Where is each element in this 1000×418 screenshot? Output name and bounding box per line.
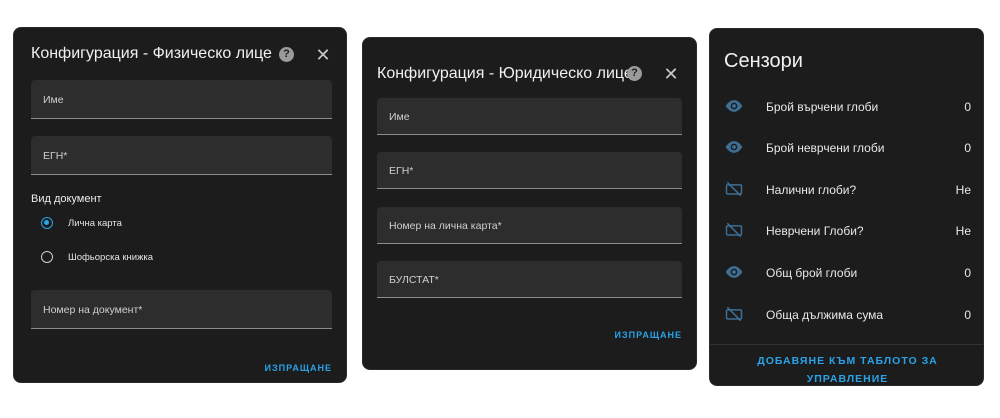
sensor-name: Обща дължима сума — [766, 308, 884, 322]
name-field[interactable]: Име — [31, 80, 332, 119]
sensor-row[interactable]: Общ брой глоби 0 — [710, 263, 985, 283]
dialog-title: Конфигурация - Юридическо лице — [377, 65, 633, 82]
sensor-row[interactable]: Брой неврчени глоби 0 — [710, 138, 985, 158]
sensor-row[interactable]: Неврчени Глоби? Не — [710, 221, 985, 241]
sensor-name: Брой върчени глоби — [766, 100, 879, 114]
bulstat-field[interactable]: БУЛСТАТ* — [377, 261, 682, 298]
sensor-row[interactable]: Брой върчени глоби 0 — [710, 97, 985, 117]
close-icon[interactable]: ✕ — [315, 46, 331, 64]
eye-off-icon — [725, 181, 743, 197]
sensor-value: Не — [955, 224, 971, 238]
eye-icon — [725, 100, 743, 112]
field-label: Номер на лична карта* — [389, 220, 502, 232]
sensor-value: 0 — [964, 141, 971, 155]
sensor-value: 0 — [964, 100, 971, 114]
egn-field[interactable]: ЕГН* — [31, 136, 332, 175]
sensor-value: 0 — [964, 308, 971, 322]
radio-driving-license[interactable] — [41, 251, 53, 263]
sensor-name: Налични глоби? — [766, 183, 857, 197]
dialog-individual: Конфигурация - Физическо лице ? ✕ Име ЕГ… — [13, 27, 347, 383]
help-icon[interactable]: ? — [279, 47, 294, 62]
sensor-value: Не — [955, 183, 971, 197]
close-icon[interactable]: ✕ — [663, 65, 679, 83]
dialog-title: Конфигурация - Физическо лице — [31, 45, 272, 62]
sensor-name: Неврчени Глоби? — [766, 224, 864, 238]
eye-off-icon — [725, 222, 743, 238]
help-icon[interactable]: ? — [627, 66, 642, 81]
id-card-number-field[interactable]: Номер на лична карта* — [377, 207, 682, 244]
dialog-company: Конфигурация - Юридическо лице ? ✕ Име Е… — [362, 37, 697, 370]
field-label: Име — [43, 94, 64, 106]
radio-label: Шофьорска книжка — [68, 252, 154, 263]
radio-id-card[interactable] — [41, 217, 53, 229]
eye-icon — [725, 141, 743, 153]
sensor-row[interactable]: Обща дължима сума 0 — [710, 305, 985, 325]
action-label-line1: ДОБАВЯНЕ КЪМ ТАБЛОТО ЗА — [757, 355, 938, 367]
add-to-dashboard-button[interactable]: ДОБАВЯНЕ КЪМ ТАБЛОТО ЗА УПРАВЛЕНИЕ — [730, 352, 965, 388]
sensor-name: Общ брой глоби — [766, 266, 858, 280]
document-type-label: Вид документ — [31, 193, 102, 205]
sensor-name: Брой неврчени глоби — [766, 141, 885, 155]
field-label: Номер на документ* — [43, 304, 143, 316]
submit-button[interactable]: ИЗПРАЩАНЕ — [265, 363, 332, 373]
divider — [710, 344, 983, 345]
sensor-value: 0 — [964, 266, 971, 280]
action-label-line2: УПРАВЛЕНИЕ — [806, 373, 889, 385]
eye-icon — [725, 266, 743, 278]
name-field[interactable]: Име — [377, 98, 682, 135]
eye-off-icon — [725, 306, 743, 322]
sensors-card: Сензори Брой върчени глоби 0 Брой неврче… — [709, 28, 984, 386]
egn-field[interactable]: ЕГН* — [377, 152, 682, 189]
card-title: Сензори — [724, 50, 803, 72]
field-label: ЕГН* — [389, 165, 414, 177]
field-label: БУЛСТАТ* — [389, 274, 439, 286]
sensor-row[interactable]: Налични глоби? Не — [710, 180, 985, 200]
document-number-field[interactable]: Номер на документ* — [31, 290, 332, 329]
submit-button[interactable]: ИЗПРАЩАНЕ — [615, 330, 682, 340]
field-label: ЕГН* — [43, 150, 68, 162]
radio-label: Лична карта — [68, 218, 122, 229]
field-label: Име — [389, 111, 410, 123]
